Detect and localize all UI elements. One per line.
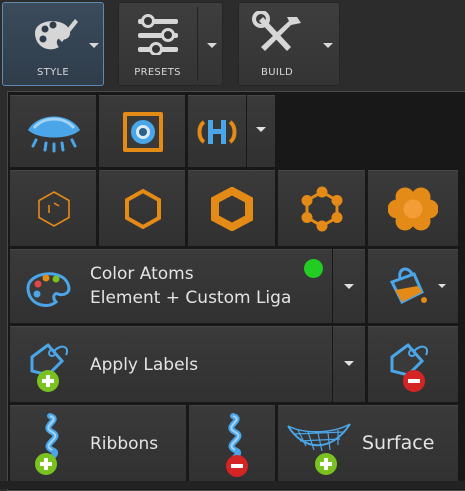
style-button[interactable]: STYLE [2,2,104,86]
hydrogen-button[interactable] [188,95,246,167]
thick-hexagon-icon [211,187,253,231]
color-atoms-scheme: Element + Custom Liga [90,288,292,308]
status-strip [0,481,465,489]
presets-button[interactable]: PRESETS [118,2,223,86]
hammer-wrench-icon [239,10,315,61]
chevron-down-icon [344,361,354,366]
color-atoms-title: Color Atoms [90,264,194,284]
presets-separator [197,7,198,81]
stick-ring-icon [38,191,70,227]
chevron-down-icon [256,127,266,132]
ball-stick-button[interactable] [278,170,365,246]
ribbons-label: Ribbons [90,434,159,454]
thin-hexagon-button[interactable] [99,170,185,246]
remove-label-icon [390,342,428,392]
eye-button[interactable] [10,95,96,167]
add-ribbon-icon [35,413,59,475]
build-dropdown-arrow[interactable] [323,43,333,48]
apply-labels-button[interactable]: Apply Labels [10,326,332,402]
remove-ribbon-icon [226,413,248,477]
surface-label: Surface [362,432,435,454]
sphere-cluster-icon [388,187,438,231]
eye-icon [28,116,80,153]
remove-ribbons-button[interactable] [189,405,275,481]
palette-icon [26,272,71,307]
paint-bucket-icon [389,267,427,305]
ball-ring-icon [301,186,343,232]
presets-label: PRESETS [134,67,181,78]
thin-hexagon-icon [125,188,161,230]
hydrogen-dropdown-button[interactable] [247,95,275,167]
sliders-icon [119,11,196,59]
chevron-down-icon [344,284,354,289]
palette-brush-icon [3,11,103,59]
color-atoms-button[interactable]: Color Atoms Element + Custom Liga [10,249,332,323]
chevron-down-icon [438,284,446,288]
style-label: STYLE [37,67,69,78]
stick-style-button[interactable] [10,170,96,246]
color-atoms-dropdown[interactable] [333,249,365,323]
remove-labels-button[interactable] [368,326,458,402]
labels-dropdown[interactable] [333,326,365,402]
add-surface-button[interactable]: Surface [278,405,458,481]
add-surface-icon [287,423,351,475]
build-button[interactable]: BUILD [238,2,340,86]
hydrogen-toggle-icon [197,120,237,144]
thick-hexagon-button[interactable] [188,170,275,246]
apply-labels-text: Apply Labels [90,355,199,375]
paint-bucket-button[interactable] [368,249,458,323]
spacefill-button[interactable] [368,170,458,246]
style-dropdown-arrow[interactable] [89,43,99,48]
target-view-icon [123,112,163,152]
add-ribbons-button[interactable]: Ribbons [10,405,186,481]
status-indicator [304,259,323,278]
build-label: BUILD [261,67,293,78]
focus-view-button[interactable] [99,95,185,167]
presets-dropdown-arrow[interactable] [207,43,217,48]
add-label-icon [30,342,68,392]
